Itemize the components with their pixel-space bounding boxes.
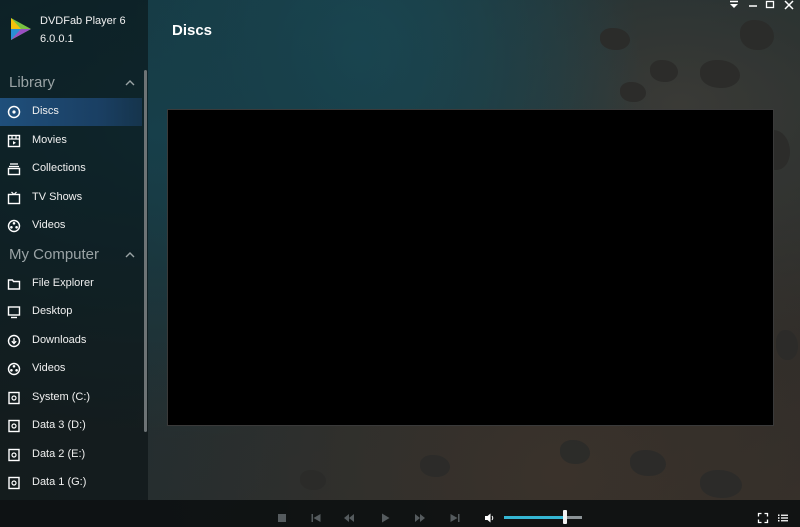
volume-slider[interactable] bbox=[504, 516, 582, 519]
fullscreen-icon[interactable] bbox=[757, 512, 769, 524]
sidebar-item-desktop[interactable]: Desktop bbox=[0, 298, 142, 326]
chevron-up-icon[interactable] bbox=[124, 77, 136, 89]
sidebar-item-label: Videos bbox=[32, 219, 66, 231]
sidebar-item-label: System (C:) bbox=[32, 391, 91, 403]
library-section-header[interactable]: Library bbox=[0, 71, 140, 97]
sidebar-item-drive-g[interactable]: Data 1 (G:) bbox=[0, 469, 142, 497]
sidebar-item-file-explorer[interactable]: File Explorer bbox=[0, 270, 142, 298]
drive-icon bbox=[8, 448, 20, 462]
sidebar-item-label: Videos bbox=[32, 362, 66, 374]
sidebar-item-computer-videos[interactable]: Videos bbox=[0, 355, 142, 383]
sidebar-item-movies[interactable]: Movies bbox=[0, 127, 142, 155]
drive-icon bbox=[8, 391, 20, 405]
sidebar-item-label: Data 1 (G:) bbox=[32, 476, 87, 488]
drive-icon bbox=[8, 476, 20, 490]
previous-track-icon[interactable] bbox=[310, 512, 322, 524]
minimize-icon[interactable] bbox=[746, 0, 760, 10]
sidebar-item-label: File Explorer bbox=[32, 277, 94, 289]
sidebar-item-discs[interactable]: Discs bbox=[0, 98, 142, 126]
sidebar-item-label: Downloads bbox=[32, 334, 87, 346]
background-rock bbox=[300, 470, 326, 490]
background-rock bbox=[630, 450, 666, 476]
sidebar-item-downloads[interactable]: Downloads bbox=[0, 327, 142, 355]
background-rock bbox=[650, 60, 678, 82]
sidebar: DVDFab Player 6 6.0.0.1 Library Discs Mo… bbox=[0, 0, 148, 500]
drive-icon bbox=[8, 419, 20, 433]
sidebar-item-label: Discs bbox=[32, 105, 59, 117]
volume-icon[interactable] bbox=[484, 512, 496, 524]
sidebar-scrollbar[interactable] bbox=[144, 70, 147, 432]
background-rock bbox=[700, 60, 740, 88]
sidebar-item-label: Data 3 (D:) bbox=[32, 419, 86, 431]
sidebar-item-drive-d[interactable]: Data 3 (D:) bbox=[0, 412, 142, 440]
fast-forward-icon[interactable] bbox=[414, 512, 426, 524]
app-name: DVDFab Player 6 bbox=[40, 15, 126, 27]
folder-icon bbox=[7, 279, 21, 290]
close-icon[interactable] bbox=[782, 0, 796, 10]
app-version: 6.0.0.1 bbox=[40, 33, 74, 45]
sidebar-item-tv-shows[interactable]: TV Shows bbox=[0, 184, 142, 212]
background-rock bbox=[620, 82, 646, 102]
volume-slider-fill bbox=[504, 516, 565, 519]
background-rock bbox=[560, 440, 590, 464]
background-rock bbox=[776, 330, 798, 360]
chevron-up-icon[interactable] bbox=[124, 249, 136, 261]
background-rock bbox=[700, 470, 742, 498]
sidebar-item-label: TV Shows bbox=[32, 191, 83, 203]
my-computer-section-title: My Computer bbox=[9, 246, 100, 263]
video-reel-icon bbox=[7, 219, 21, 233]
brand: DVDFab Player 6 6.0.0.1 bbox=[8, 12, 144, 52]
stop-icon[interactable] bbox=[276, 512, 288, 524]
download-icon bbox=[7, 334, 21, 348]
video-area[interactable] bbox=[167, 109, 774, 426]
sidebar-item-collections[interactable]: Collections bbox=[0, 155, 142, 183]
background-rock bbox=[600, 28, 630, 50]
menu-dropdown-icon[interactable] bbox=[727, 0, 741, 10]
my-computer-section-header[interactable]: My Computer bbox=[0, 243, 140, 269]
sidebar-item-label: Data 2 (E:) bbox=[32, 448, 86, 460]
playback-bar bbox=[0, 500, 800, 527]
background-rock bbox=[420, 455, 450, 477]
collections-icon bbox=[7, 163, 21, 176]
sidebar-item-label: Movies bbox=[32, 134, 67, 146]
next-track-icon[interactable] bbox=[449, 512, 461, 524]
dvdfab-logo-icon bbox=[11, 18, 31, 40]
sidebar-item-drive-c[interactable]: System (C:) bbox=[0, 384, 142, 412]
background-rock bbox=[740, 20, 774, 50]
sidebar-item-drive-e[interactable]: Data 2 (E:) bbox=[0, 441, 142, 469]
sidebar-item-videos[interactable]: Videos bbox=[0, 212, 142, 240]
playlist-icon[interactable] bbox=[777, 512, 789, 524]
page-title: Discs bbox=[172, 22, 213, 39]
volume-slider-thumb[interactable] bbox=[562, 510, 567, 524]
sidebar-item-label: Desktop bbox=[32, 305, 73, 317]
movie-icon bbox=[7, 134, 21, 148]
maximize-icon[interactable] bbox=[763, 0, 777, 10]
desktop-icon bbox=[7, 306, 21, 319]
video-reel-icon bbox=[7, 362, 21, 376]
sidebar-item-label: Collections bbox=[32, 162, 86, 174]
play-icon[interactable] bbox=[379, 512, 391, 524]
library-section-title: Library bbox=[9, 74, 55, 91]
rewind-icon[interactable] bbox=[343, 512, 355, 524]
disc-icon bbox=[7, 105, 21, 119]
tv-icon bbox=[7, 191, 21, 205]
